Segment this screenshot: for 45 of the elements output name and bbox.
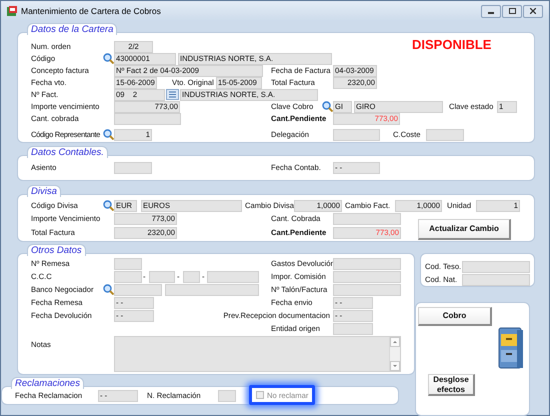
status-label: DISPONIBLE: [412, 38, 492, 52]
close-button[interactable]: [523, 4, 543, 18]
text-field[interactable]: [333, 323, 373, 335]
window-title: Mantenimiento de Cartera de Cobros: [21, 6, 162, 16]
text-field[interactable]: [462, 261, 530, 273]
text-field[interactable]: [333, 271, 401, 283]
section-title: Datos de la Cartera: [27, 23, 118, 35]
text-field[interactable]: [333, 129, 380, 141]
text-field[interactable]: [114, 113, 181, 125]
app-icon: [7, 6, 17, 16]
section-title: Datos Contables.: [27, 146, 108, 158]
minimize-icon: [488, 12, 494, 14]
scroll-up-icon[interactable]: [390, 337, 400, 347]
scroll-down-icon[interactable]: [390, 361, 400, 371]
text-field[interactable]: [114, 271, 142, 283]
notes-field[interactable]: [114, 336, 401, 372]
action-button[interactable]: Desglose efectos: [428, 374, 475, 396]
text-field[interactable]: [165, 284, 259, 296]
search-icon[interactable]: [103, 129, 114, 140]
action-button[interactable]: Actualizar Cambio: [418, 219, 511, 240]
search-icon[interactable]: [322, 101, 333, 112]
section-title: Otros Datos: [27, 244, 86, 256]
section-title: Divisa: [27, 185, 61, 197]
text-field[interactable]: [149, 271, 175, 283]
close-icon: [530, 8, 536, 14]
text-field[interactable]: [183, 271, 200, 283]
action-button[interactable]: Cobro: [418, 307, 492, 326]
text-field[interactable]: [426, 129, 464, 141]
search-icon[interactable]: [103, 284, 114, 295]
minimize-button[interactable]: [481, 4, 501, 18]
text-field[interactable]: [114, 258, 142, 270]
maximize-button[interactable]: [502, 4, 522, 18]
search-icon[interactable]: [103, 200, 114, 211]
text-field[interactable]: [114, 284, 162, 296]
search-icon[interactable]: [103, 53, 114, 64]
text-field[interactable]: [114, 162, 152, 174]
text-field[interactable]: [207, 271, 259, 283]
maximize-icon: [508, 8, 516, 14]
section-title: Reclamaciones: [11, 377, 84, 389]
text-field[interactable]: [333, 213, 401, 225]
text-field[interactable]: [462, 274, 530, 286]
text-field[interactable]: [333, 258, 401, 270]
text-field[interactable]: [333, 284, 401, 296]
list-icon[interactable]: [166, 89, 179, 100]
text-field[interactable]: [218, 390, 236, 402]
